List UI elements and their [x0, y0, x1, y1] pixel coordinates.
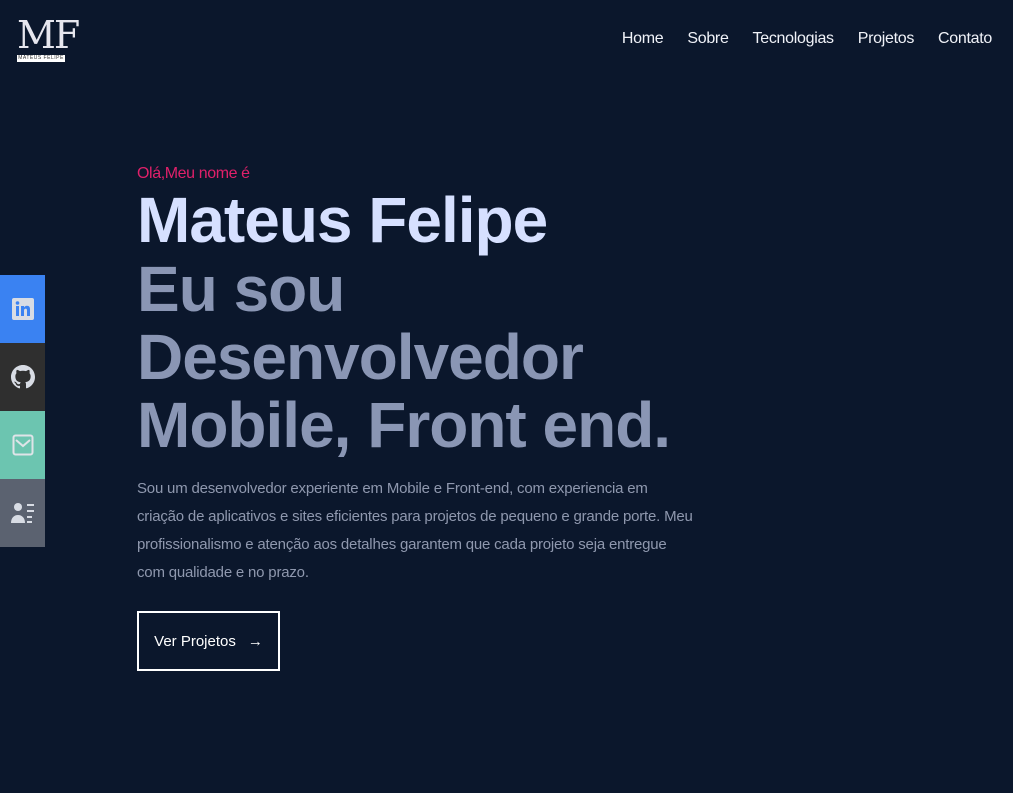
hero-role-line2: Mobile, Front end. — [137, 389, 671, 461]
logo[interactable]: MF MATEUS FELIPE — [17, 13, 80, 62]
nav-projetos[interactable]: Projetos — [858, 30, 915, 48]
hero-role-line1: Eu sou Desenvolvedor — [137, 253, 584, 393]
main-nav: Home Sobre Tecnologias Projetos Contato — [622, 30, 992, 48]
logo-mark: MF — [17, 13, 80, 57]
github-button[interactable] — [0, 343, 45, 411]
greeting: Olá,Meu nome é — [137, 165, 250, 182]
github-icon — [10, 365, 35, 389]
hero-section: Olá,Meu nome é Mateus Felipe Eu sou Dese… — [137, 165, 757, 671]
nav-tecnologias[interactable]: Tecnologias — [753, 30, 835, 48]
logo-text: MATEUS FELIPE — [17, 55, 65, 62]
linkedin-icon — [11, 298, 34, 320]
email-button[interactable] — [0, 411, 45, 479]
nav-home[interactable]: Home — [622, 30, 664, 48]
mail-icon — [12, 434, 33, 456]
hero-name: Mateus Felipe — [137, 184, 548, 256]
resume-button[interactable] — [0, 479, 45, 547]
resume-icon — [10, 503, 34, 523]
nav-sobre[interactable]: Sobre — [687, 30, 729, 48]
social-sidebar — [0, 275, 45, 547]
arrow-right-icon: → — [247, 632, 263, 650]
linkedin-button[interactable] — [0, 275, 45, 343]
view-projects-button[interactable]: Ver Projetos → — [137, 611, 280, 671]
view-projects-label: Ver Projetos — [154, 632, 236, 650]
nav-contato[interactable]: Contato — [938, 30, 992, 48]
hero-description: Sou um desenvolvedor experiente em Mobil… — [137, 480, 693, 581]
